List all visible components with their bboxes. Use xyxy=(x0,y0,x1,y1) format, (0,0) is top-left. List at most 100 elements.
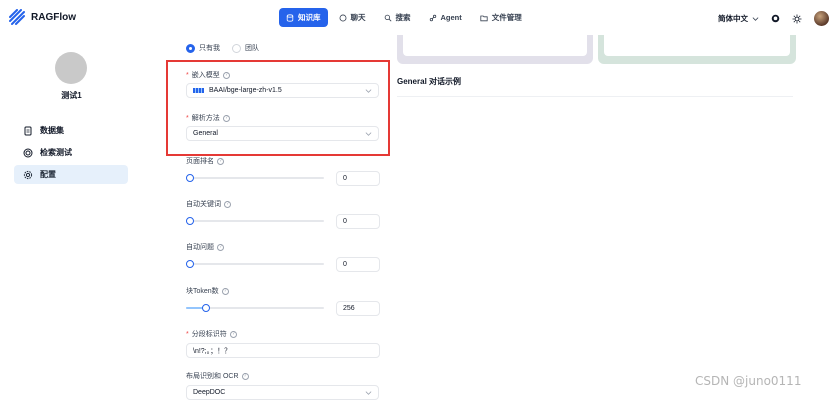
required-mark: * xyxy=(186,71,189,79)
slider-thumb[interactable] xyxy=(186,260,194,268)
radio-label: 团队 xyxy=(245,45,259,52)
ragflow-logo-icon xyxy=(9,9,25,25)
language-label: 简体中文 xyxy=(718,14,748,23)
sidebar: 测试1 数据集 检索测试 配置 xyxy=(0,35,143,395)
example-image-card xyxy=(397,35,593,64)
kb-name: 测试1 xyxy=(61,91,82,100)
field-label-text: 块Token数 xyxy=(186,288,219,295)
watermark: CSDN @juno0111 xyxy=(695,374,802,388)
chevron-down-icon xyxy=(365,132,372,136)
nav-agent[interactable]: Agent xyxy=(422,8,469,27)
radio-only-me[interactable]: 只有我 xyxy=(186,43,220,53)
divider xyxy=(397,96,793,97)
auto-keywords-input[interactable]: 0 xyxy=(336,214,380,229)
github-icon[interactable] xyxy=(771,14,780,23)
parse-method-label: * 解析方法 ? xyxy=(186,113,230,123)
sidebar-item-retrieval-test[interactable]: 检索测试 xyxy=(14,143,128,162)
auto-questions-slider[interactable] xyxy=(186,260,324,268)
nav-label: 聊天 xyxy=(350,13,366,22)
field-label-text: 嵌入模型 xyxy=(191,72,220,79)
database-icon xyxy=(286,13,294,22)
agent-icon xyxy=(429,14,436,21)
example-image-card xyxy=(598,35,796,64)
slider-thumb[interactable] xyxy=(186,174,194,182)
sidebar-item-config[interactable]: 配置 xyxy=(14,165,128,184)
layout-ocr-label: 布局识别和 OCR ? xyxy=(186,371,249,381)
header-actions: 简体中文 xyxy=(718,11,829,26)
help-icon[interactable]: ? xyxy=(222,114,230,122)
auto-keywords-slider[interactable] xyxy=(186,217,324,225)
help-icon[interactable]: ? xyxy=(217,157,224,165)
help-icon[interactable]: ? xyxy=(217,243,224,251)
chevron-down-icon xyxy=(752,17,759,21)
chunk-tokens-input[interactable]: 256 xyxy=(336,301,380,316)
nav-label: Agent xyxy=(440,13,462,22)
nav-search[interactable]: 搜索 xyxy=(377,8,418,27)
select-value: General xyxy=(193,130,218,137)
chevron-down-icon xyxy=(365,89,372,93)
field-label-text: 解析方法 xyxy=(191,115,220,122)
help-icon[interactable]: ? xyxy=(224,200,231,208)
field-label-text: 页面排名 xyxy=(186,158,214,165)
delimiter-label: * 分段标识符 ? xyxy=(186,329,237,339)
sidebar-menu: 数据集 检索测试 配置 xyxy=(14,121,128,187)
nav-label: 文件管理 xyxy=(491,13,522,22)
field-label-text: 自动关键词 xyxy=(186,201,221,208)
auto-keywords-label: 自动关键词 ? xyxy=(186,199,231,209)
user-avatar[interactable] xyxy=(814,11,829,26)
slider-thumb[interactable] xyxy=(202,304,210,312)
embedding-model-select[interactable]: BAAI/bge-large-zh-v1.5 xyxy=(186,83,379,98)
nav-label: 知识库 xyxy=(298,13,321,22)
select-value: BAAI/bge-large-zh-v1.5 xyxy=(209,87,282,94)
slider-thumb[interactable] xyxy=(186,217,194,225)
nav-knowledge-base[interactable]: 知识库 xyxy=(279,8,328,27)
gear-icon xyxy=(23,170,33,179)
language-select[interactable]: 简体中文 xyxy=(718,13,759,24)
sidebar-item-label: 配置 xyxy=(40,170,56,179)
sidebar-item-dataset[interactable]: 数据集 xyxy=(14,121,128,140)
search-icon xyxy=(384,14,391,21)
page-rank-label: 页面排名 ? xyxy=(186,156,224,166)
target-icon xyxy=(23,148,33,157)
slider-track xyxy=(186,177,324,179)
theme-toggle-icon[interactable] xyxy=(792,14,802,24)
radio-team[interactable]: 团队 xyxy=(232,43,259,53)
slider-track xyxy=(186,220,324,222)
help-icon[interactable]: ? xyxy=(229,330,237,338)
nav-file-management[interactable]: 文件管理 xyxy=(473,8,529,27)
auto-questions-label: 自动问题 ? xyxy=(186,242,224,252)
auto-questions-input[interactable]: 0 xyxy=(336,257,380,272)
field-label-text: 分段标识符 xyxy=(191,331,227,338)
help-icon[interactable]: ? xyxy=(222,71,230,79)
help-icon[interactable]: ? xyxy=(221,287,229,295)
chat-icon xyxy=(339,14,346,21)
embedding-model-label: * 嵌入模型 ? xyxy=(186,70,230,80)
radio-indicator xyxy=(232,43,241,53)
page-rank-slider[interactable] xyxy=(186,174,324,182)
card-inner xyxy=(604,35,790,56)
top-bar: RAGFlow 知识库 聊天 搜索 Agent 文件管理 简体中文 xyxy=(0,0,830,35)
required-mark: * xyxy=(186,114,189,122)
example-section-title: General 对话示例 xyxy=(397,77,462,86)
parse-method-select[interactable]: General xyxy=(186,126,379,141)
brand[interactable]: RAGFlow xyxy=(9,9,76,25)
radio-label: 只有我 xyxy=(199,45,220,52)
card-inner xyxy=(403,35,587,56)
required-mark: * xyxy=(186,330,189,338)
app-name: RAGFlow xyxy=(31,11,76,23)
sidebar-item-label: 数据集 xyxy=(40,126,64,135)
chunk-tokens-slider[interactable] xyxy=(186,304,324,312)
sidebar-item-label: 检索测试 xyxy=(40,148,72,157)
layout-ocr-select[interactable]: DeepDOC xyxy=(186,385,379,400)
page-rank-input[interactable]: 0 xyxy=(336,171,380,186)
delimiter-input[interactable]: \n!?;。；！？ xyxy=(186,343,380,358)
kb-avatar xyxy=(55,52,87,84)
help-icon[interactable]: ? xyxy=(241,372,249,380)
nav-chat[interactable]: 聊天 xyxy=(332,8,373,27)
baai-logo-icon xyxy=(193,88,204,93)
field-label-text: 自动问题 xyxy=(186,244,214,251)
document-icon xyxy=(24,126,32,135)
main-nav: 知识库 聊天 搜索 Agent 文件管理 xyxy=(279,8,529,27)
folder-icon xyxy=(480,15,488,21)
permissions-radio-group: 只有我 团队 xyxy=(186,43,259,53)
